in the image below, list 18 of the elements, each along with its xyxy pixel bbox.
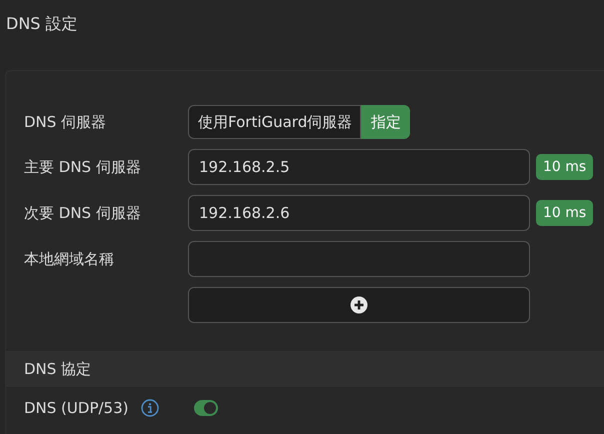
toggle-option[interactable]: 使用FortiGuard伺服器 (188, 105, 362, 139)
field-label: 本地網域名稱 (24, 250, 115, 268)
page-title: DNS 設定 (5, 13, 79, 35)
plus-icon (350, 296, 368, 314)
field-label: 次要 DNS 伺服器 (24, 204, 142, 222)
field-label: 主要 DNS 伺服器 (24, 158, 142, 176)
protocol-label: DNS (UDP/53) (24, 399, 128, 417)
section-title: DNS 協定 (24, 360, 92, 378)
latency-badge: 10 ms (536, 200, 594, 226)
input-field[interactable]: 192.168.2.5 (188, 149, 530, 185)
field-label: DNS 伺服器 (24, 112, 108, 132)
latency-badge: 10 ms (536, 154, 594, 180)
toggle-switch[interactable] (194, 400, 218, 416)
toggle-option[interactable]: 指定 (361, 105, 410, 139)
add-button[interactable] (188, 287, 530, 323)
input-field[interactable] (188, 241, 530, 277)
info-icon[interactable] (141, 399, 160, 417)
input-field[interactable]: 192.168.2.6 (188, 195, 530, 231)
